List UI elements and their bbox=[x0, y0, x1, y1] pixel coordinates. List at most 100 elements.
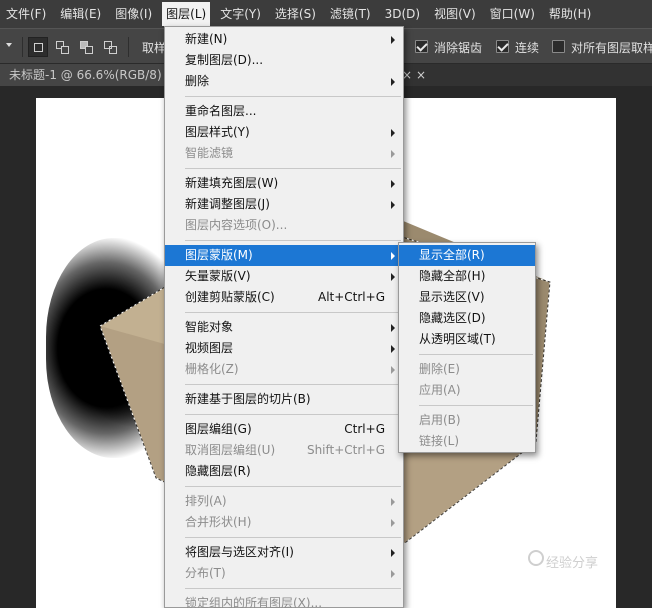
submenu-arrow-icon bbox=[391, 180, 395, 188]
layer-menu-item: 栅格化(Z) bbox=[165, 359, 403, 380]
document-tab[interactable]: 未标题-1 @ 66.6%(RGB/8) * bbox=[0, 64, 172, 86]
layer-menu-item-label: 矢量蒙版(V) bbox=[185, 269, 251, 283]
layer-menu-item[interactable]: 新建调整图层(J) bbox=[165, 194, 403, 215]
layer-menu-item-label: 栅格化(Z) bbox=[185, 362, 239, 376]
mask-submenu-item-label: 显示全部(R) bbox=[419, 248, 485, 262]
intersect-selection-mode-icon[interactable] bbox=[100, 37, 120, 57]
layer-menu-item-label: 排列(A) bbox=[185, 494, 227, 508]
sample-all-layers-checkbox[interactable] bbox=[552, 40, 565, 53]
antialias-checkbox[interactable] bbox=[415, 40, 428, 53]
layer-menu-item: 智能滤镜 bbox=[165, 143, 403, 164]
layer-menu-item-label: 锁定组内的所有图层(X)... bbox=[185, 596, 323, 608]
submenu-arrow-icon bbox=[391, 273, 395, 281]
submenu-arrow-icon bbox=[391, 324, 395, 332]
mask-submenu-item-label: 链接(L) bbox=[419, 434, 460, 448]
watermark-text: 经验分享 bbox=[546, 556, 599, 571]
submenu-arrow-icon bbox=[391, 519, 395, 527]
submenu-arrow-icon bbox=[391, 150, 395, 158]
menu-separator bbox=[185, 384, 401, 385]
close-icon[interactable]: × bbox=[416, 64, 426, 86]
menu-separator bbox=[185, 96, 401, 97]
menu-5[interactable]: 选择(S) bbox=[271, 2, 320, 26]
document-tab-title: 未标题-1 @ 66.6%(RGB/8) * bbox=[9, 68, 172, 82]
layer-menu-item: 锁定组内的所有图层(X)... bbox=[165, 593, 403, 608]
layer-menu-item[interactable]: 创建剪贴蒙版(C) Alt+Ctrl+G bbox=[165, 287, 403, 308]
layer-menu-item[interactable]: 将图层与选区对齐(I) bbox=[165, 542, 403, 563]
submenu-arrow-icon bbox=[391, 129, 395, 137]
layer-menu-item[interactable]: 新建填充图层(W) bbox=[165, 173, 403, 194]
menu-9[interactable]: 窗口(W) bbox=[486, 2, 539, 26]
layer-menu-item[interactable]: 重命名图层... bbox=[165, 101, 403, 122]
mask-submenu-item[interactable]: 隐藏选区(D) bbox=[399, 308, 535, 329]
layer-menu-item: 合并形状(H) bbox=[165, 512, 403, 533]
tool-preset-dropdown-icon[interactable] bbox=[6, 43, 12, 47]
submenu-arrow-icon bbox=[391, 201, 395, 209]
layer-menu-item: 分布(T) bbox=[165, 563, 403, 584]
menu-separator bbox=[185, 240, 401, 241]
layer-menu-item[interactable]: 新建基于图层的切片(B) bbox=[165, 389, 403, 410]
mask-submenu-item[interactable]: 显示全部(R) bbox=[399, 245, 535, 266]
mask-submenu-item-label: 启用(B) bbox=[419, 413, 461, 427]
mask-submenu-item[interactable]: 显示选区(V) bbox=[399, 287, 535, 308]
watermark-logo-icon bbox=[528, 550, 544, 566]
subtract-from-selection-mode-icon[interactable] bbox=[76, 37, 96, 57]
layer-menu-item-label: 将图层与选区对齐(I) bbox=[185, 545, 294, 559]
layer-menu-item-label: 图层蒙版(M) bbox=[185, 248, 253, 262]
mask-submenu-item-label: 应用(A) bbox=[419, 383, 461, 397]
shortcut-label: Alt+Ctrl+G bbox=[317, 290, 385, 304]
menu-separator bbox=[185, 537, 401, 538]
layer-menu-item[interactable]: 隐藏图层(R) bbox=[165, 461, 403, 482]
menu-10[interactable]: 帮助(H) bbox=[545, 2, 595, 26]
layer-menu-item: 取消图层编组(U) Shift+Ctrl+G bbox=[165, 440, 403, 461]
mask-submenu-item: 删除(E) bbox=[399, 359, 535, 380]
add-to-selection-mode-icon[interactable] bbox=[52, 37, 72, 57]
antialias-label: 消除锯齿 bbox=[434, 41, 483, 55]
menu-separator bbox=[419, 405, 533, 406]
mask-submenu-item: 应用(A) bbox=[399, 380, 535, 401]
layer-menu-item-label: 视频图层 bbox=[185, 341, 234, 355]
mask-submenu-item: 启用(B) bbox=[399, 410, 535, 431]
layer-menu-item[interactable]: 图层蒙版(M) bbox=[165, 245, 403, 266]
layer-menu-item[interactable]: 智能对象 bbox=[165, 317, 403, 338]
layer-mask-submenu: 显示全部(R) 隐藏全部(H) 显示选区(V) 隐藏选区(D) 从透明区域(T) 删除(E… bbox=[398, 242, 536, 453]
menu-separator bbox=[419, 354, 533, 355]
layer-menu-item-label: 新建调整图层(J) bbox=[185, 197, 270, 211]
layer-menu: 新建(N) 复制图层(D)... 删除重命名图层... 图层样式(Y) 智能滤镜新建填充… bbox=[164, 26, 404, 608]
layer-menu-item[interactable]: 复制图层(D)... bbox=[165, 50, 403, 71]
contiguous-checkbox[interactable] bbox=[496, 40, 509, 53]
menu-8[interactable]: 视图(V) bbox=[430, 2, 480, 26]
mask-submenu-item-label: 从透明区域(T) bbox=[419, 332, 496, 346]
submenu-arrow-icon bbox=[391, 498, 395, 506]
menu-7[interactable]: 3D(D) bbox=[381, 2, 424, 26]
menu-separator bbox=[185, 312, 401, 313]
layer-menu-item-label: 智能对象 bbox=[185, 320, 234, 334]
layer-menu-item[interactable]: 矢量蒙版(V) bbox=[165, 266, 403, 287]
menu-0[interactable]: 文件(F) bbox=[2, 2, 50, 26]
layer-menu-item[interactable]: 新建(N) bbox=[165, 29, 403, 50]
menu-4[interactable]: 文字(Y) bbox=[216, 2, 265, 26]
options-divider bbox=[128, 37, 129, 57]
layer-menu-item-label: 分布(T) bbox=[185, 566, 226, 580]
mask-submenu-item[interactable]: 隐藏全部(H) bbox=[399, 266, 535, 287]
layer-menu-item[interactable]: 删除 bbox=[165, 71, 403, 92]
new-selection-mode-icon[interactable] bbox=[28, 37, 48, 57]
mask-submenu-item[interactable]: 从透明区域(T) bbox=[399, 329, 535, 350]
menu-6[interactable]: 滤镜(T) bbox=[326, 2, 375, 26]
mask-submenu-item-label: 隐藏选区(D) bbox=[419, 311, 486, 325]
layer-menu-item[interactable]: 图层样式(Y) bbox=[165, 122, 403, 143]
layer-menu-item-label: 新建填充图层(W) bbox=[185, 176, 279, 190]
shortcut-label: Ctrl+G bbox=[344, 422, 385, 436]
menu-separator bbox=[185, 168, 401, 169]
sample-size-label: 取样 bbox=[142, 41, 167, 55]
menu-bar: 文件(F) 编辑(E) 图像(I) 图层(L) 文字(Y) 选择(S) 滤镜(T) 3D(D)… bbox=[0, 0, 652, 28]
mask-submenu-item: 链接(L) bbox=[399, 431, 535, 452]
layer-menu-item-label: 图层编组(G) bbox=[185, 422, 252, 436]
menu-1[interactable]: 编辑(E) bbox=[56, 2, 105, 26]
mask-submenu-item-label: 删除(E) bbox=[419, 362, 460, 376]
menu-2[interactable]: 图像(I) bbox=[111, 2, 156, 26]
menu-3[interactable]: 图层(L) bbox=[162, 2, 211, 26]
layer-menu-item[interactable]: 图层编组(G) Ctrl+G bbox=[165, 419, 403, 440]
layer-menu-item[interactable]: 视频图层 bbox=[165, 338, 403, 359]
layer-menu-item-label: 取消图层编组(U) bbox=[185, 443, 276, 457]
sample-all-layers-label: 对所有图层取样 bbox=[571, 41, 652, 55]
